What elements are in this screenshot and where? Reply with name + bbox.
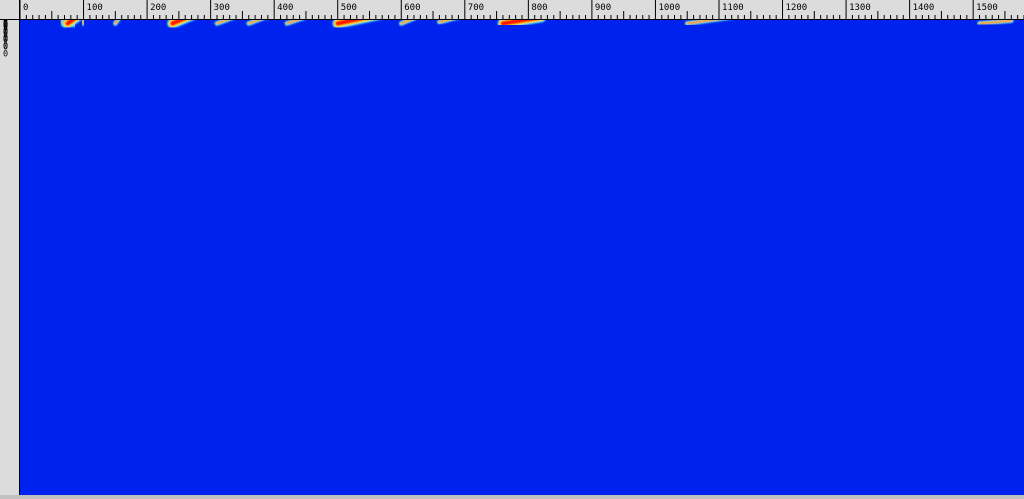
x-tick-label: 1100 xyxy=(722,3,744,13)
heatmap-traces xyxy=(60,20,1014,29)
heatmap-trace xyxy=(284,20,305,26)
x-tick-label: 1200 xyxy=(786,3,808,13)
heatmap-trace xyxy=(977,20,1014,26)
heatmap-trace xyxy=(497,20,546,29)
x-tick-label: 1400 xyxy=(913,3,935,13)
x-tick-label: 900 xyxy=(595,3,611,13)
heatmap-trace xyxy=(62,20,83,29)
x-tick-label: 700 xyxy=(468,3,484,13)
heatmap-trace xyxy=(436,20,458,25)
x-tick-label: 500 xyxy=(341,3,357,13)
x-tick-label: 200 xyxy=(150,3,166,13)
heatmap-trace xyxy=(112,20,121,26)
y-axis: 1700016000150001400013000120001100010000… xyxy=(3,0,19,60)
x-tick-label: 800 xyxy=(531,3,547,13)
x-tick-label: 400 xyxy=(277,3,293,13)
x-tick-label: 0 xyxy=(23,3,28,13)
y-axis-ruler: 1700016000150001400013000120001100010000… xyxy=(0,0,20,495)
x-axis: 0 100 200 300 400 500 600 700 800 900 1000 1100 1200… xyxy=(19,0,1024,19)
heatmap-trace xyxy=(684,20,730,26)
x-tick-label: 1500 xyxy=(976,3,998,13)
heatmap-trace xyxy=(167,20,195,29)
x-tick-label: 1300 xyxy=(849,3,871,13)
heatmap-plot-area[interactable] xyxy=(20,20,1024,495)
x-axis-ruler: 0 100 200 300 400 500 600 700 800 900 1000 1100 1200… xyxy=(0,0,1024,20)
x-tick-label: 1000 xyxy=(658,3,680,13)
x-tick-label: 100 xyxy=(87,3,103,13)
ruler-corner xyxy=(0,0,20,20)
x-tick-label: 300 xyxy=(214,3,230,13)
x-tick-label: 600 xyxy=(404,3,420,13)
heatmap-trace xyxy=(80,20,87,26)
seismic-viewer: 0 100 200 300 400 500 600 700 800 900 1000 1100 1200… xyxy=(0,0,1024,495)
